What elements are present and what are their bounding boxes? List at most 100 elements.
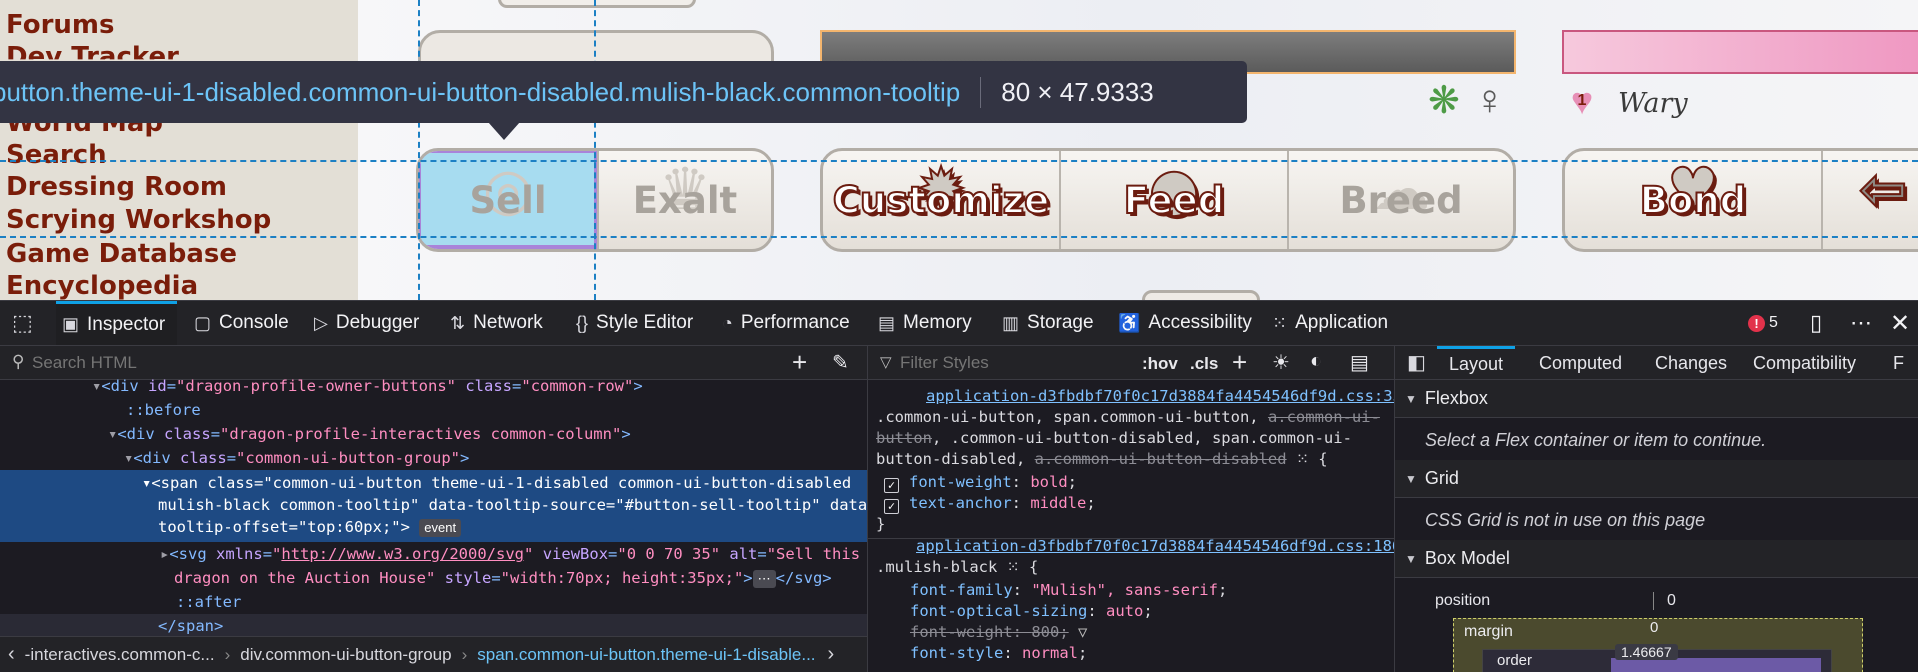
layout-sidebar: ◧ Layout Computed Changes Compatibility …	[1395, 346, 1918, 672]
declaration-font-style[interactable]: font-style: normal;	[910, 643, 1087, 664]
margin-label: margin	[1464, 623, 1513, 640]
customize-button[interactable]: ✹ Customize	[823, 151, 1059, 249]
responsive-mode-icon[interactable]: ▯	[1810, 301, 1822, 345]
affection-bar	[1562, 30, 1918, 74]
declaration-text-anchor[interactable]: ✓ text-anchor: middle;	[884, 493, 1096, 514]
style-editor-icon: {}	[576, 312, 589, 333]
search-icon: ⚲	[12, 352, 25, 371]
breadcrumb-back-icon[interactable]: ‹	[8, 643, 15, 666]
bond-button[interactable]: ♥ Bond	[1565, 151, 1821, 249]
nav-link-encyclopedia[interactable]: Encyclopedia	[6, 271, 198, 300]
border-top-value[interactable]: 1.46667	[1615, 644, 1678, 660]
declaration-font-family[interactable]: font-family: "Mulish", sans-serif;	[910, 580, 1227, 601]
nav-link-forums[interactable]: Forums	[6, 10, 114, 40]
breadcrumb-item[interactable]: div.common-ui-button-group	[240, 645, 451, 665]
nav-link-scrying-workshop[interactable]: Scrying Workshop	[6, 205, 271, 235]
tab-computed[interactable]: Computed	[1539, 346, 1622, 380]
event-badge[interactable]: event	[419, 519, 462, 537]
application-icon: ⁙	[1272, 312, 1288, 333]
markup-node[interactable]: </span>	[0, 614, 867, 638]
declaration-checkbox[interactable]: ✓	[884, 478, 899, 493]
markup-node[interactable]: ▸<svg xmlns="http://www.w3.org/2000/svg"…	[0, 542, 867, 566]
tab-application[interactable]: ⁙ Application	[1272, 301, 1388, 345]
add-node-icon[interactable]: +	[792, 348, 807, 376]
tab-accessibility[interactable]: ♿ Accessibility	[1118, 301, 1252, 345]
breadcrumb-separator: ›	[224, 644, 231, 664]
sell-button[interactable]: ◎ Sell	[419, 151, 597, 249]
box-model-padding	[1611, 658, 1821, 672]
markup-node[interactable]: ▾<div class="dragon-profile-interactives…	[0, 422, 867, 446]
markup-node[interactable]: ::before	[0, 398, 867, 422]
rule-source-link[interactable]: application-d3fbdbf70f0c17d3884fa4454546…	[926, 386, 1394, 407]
markup-node[interactable]: ▾<div class="common-ui-button-group">	[0, 446, 867, 470]
hov-toggle[interactable]: :hov	[1142, 354, 1178, 374]
grid-section-header[interactable]: ▼ Grid	[1395, 460, 1918, 498]
rules-view: ▽ :hov .cls + ☀ ◐ ▤ application-d3fbdbf7…	[868, 346, 1395, 672]
more-options-icon[interactable]: ⋯	[1850, 301, 1872, 345]
markup-node[interactable]: ▾<div id="dragon-profile-owner-buttons" …	[0, 374, 867, 398]
picker-icon: ⬚	[12, 310, 33, 335]
box-model-section-header[interactable]: ▼ Box Model	[1395, 540, 1918, 578]
search-html-input[interactable]	[32, 350, 762, 376]
dark-theme-icon[interactable]: ◐	[1310, 350, 1322, 373]
add-rule-icon[interactable]: +	[1232, 348, 1247, 376]
declaration-font-weight-overridden[interactable]: font-weight: 800; ▽	[910, 622, 1087, 643]
mood-heart-icon: ♥ 1	[1570, 81, 1594, 123]
filter-icon: ▽	[880, 354, 892, 371]
breadcrumb-item-selected[interactable]: span.common-ui-button.theme-ui-1-disable…	[477, 645, 815, 665]
tab-storage[interactable]: ▥ Storage	[1002, 301, 1094, 345]
margin-top-value[interactable]: 0	[1650, 619, 1658, 636]
declaration-font-optical-sizing[interactable]: font-optical-sizing: auto;	[910, 601, 1153, 622]
markup-node-selected[interactable]: ▾<span class="common-ui-button theme-ui-…	[0, 470, 867, 542]
tab-performance[interactable]: ◔ Performance	[722, 301, 850, 345]
tab-changes[interactable]: Changes	[1655, 346, 1727, 380]
sidebar-tabs: ◧ Layout Computed Changes Compatibility …	[1395, 346, 1918, 380]
tab-debugger[interactable]: ▷ Debugger	[314, 301, 419, 345]
tab-inspector[interactable]: ▣ Inspector	[56, 301, 178, 345]
tab-network[interactable]: ⇅ Network	[450, 301, 543, 345]
collapse-triangle-icon: ▼	[1405, 391, 1417, 406]
close-icon[interactable]: ✕	[1890, 301, 1910, 345]
markup-node[interactable]: ::after	[0, 590, 867, 614]
tab-style-editor[interactable]: {} Style Editor	[576, 301, 693, 345]
infobar-arrow	[488, 122, 520, 140]
border-label: order	[1497, 652, 1533, 669]
breed-button[interactable]: ☁ Breed	[1289, 151, 1513, 249]
breadcrumb-separator: ›	[461, 644, 468, 664]
nav-link-game-database[interactable]: Game Database	[6, 239, 237, 269]
partial-button-bottom	[1142, 290, 1260, 300]
tab-memory[interactable]: ▤ Memory	[878, 301, 972, 345]
filter-styles-input[interactable]	[900, 350, 1100, 376]
flexbox-section-header[interactable]: ▼ Flexbox	[1395, 380, 1918, 418]
guide-horizontal	[0, 236, 1918, 238]
nav-link-dressing-room[interactable]: Dressing Room	[6, 172, 227, 202]
rule-source-link[interactable]: application-d3fbdbf70f0c17d3884fa4454546…	[916, 536, 1394, 557]
webpage-viewport: Forums Dev Tracker World Map Search Dres…	[0, 0, 1918, 300]
arrow-button[interactable]: ⇦	[1823, 151, 1918, 249]
box-model-margin: margin 0 order 1.46667	[1453, 618, 1863, 672]
element-picker-button[interactable]: ⬚	[12, 301, 41, 345]
exalt-button[interactable]: ♛ Exalt	[599, 151, 771, 249]
devtools-toolbar: ⬚ ▣ Inspector ▢ Console ▷ Debugger ⇅ Network…	[0, 300, 1918, 346]
print-media-icon[interactable]: ▤	[1350, 350, 1369, 375]
tab-fonts[interactable]: F	[1893, 346, 1904, 380]
declaration-checkbox[interactable]: ✓	[884, 499, 899, 514]
tab-layout[interactable]: Layout	[1437, 346, 1516, 380]
partial-button-top	[498, 0, 696, 8]
breadcrumb-item[interactable]: -interactives.common-c...	[25, 645, 215, 665]
tab-compatibility[interactable]: Compatibility	[1753, 346, 1856, 380]
eyedropper-icon[interactable]: ✎	[832, 350, 849, 375]
light-theme-icon[interactable]: ☀	[1272, 350, 1290, 375]
box-model-position-value[interactable]: 0	[1667, 592, 1676, 610]
breadcrumb: ‹ -interactives.common-c... › div.common…	[0, 636, 867, 672]
tab-console[interactable]: ▢ Console	[194, 301, 289, 345]
toggle-sidebar-icon[interactable]: ◧	[1407, 350, 1426, 375]
breadcrumb-forward-icon[interactable]: ›	[828, 643, 835, 666]
filter-icon[interactable]: ▽	[1078, 623, 1087, 641]
declaration-font-weight[interactable]: ✓ font-weight: bold;	[884, 472, 1077, 493]
error-count-badge[interactable]: ! 5	[1748, 301, 1778, 345]
markup-view: ⚲ + ✎ ▾<div id="dragon-profile-owner-but…	[0, 346, 868, 672]
feed-button[interactable]: ● Feed	[1061, 151, 1287, 249]
nav-link-search[interactable]: Search	[6, 140, 107, 170]
cls-toggle[interactable]: .cls	[1190, 354, 1218, 374]
